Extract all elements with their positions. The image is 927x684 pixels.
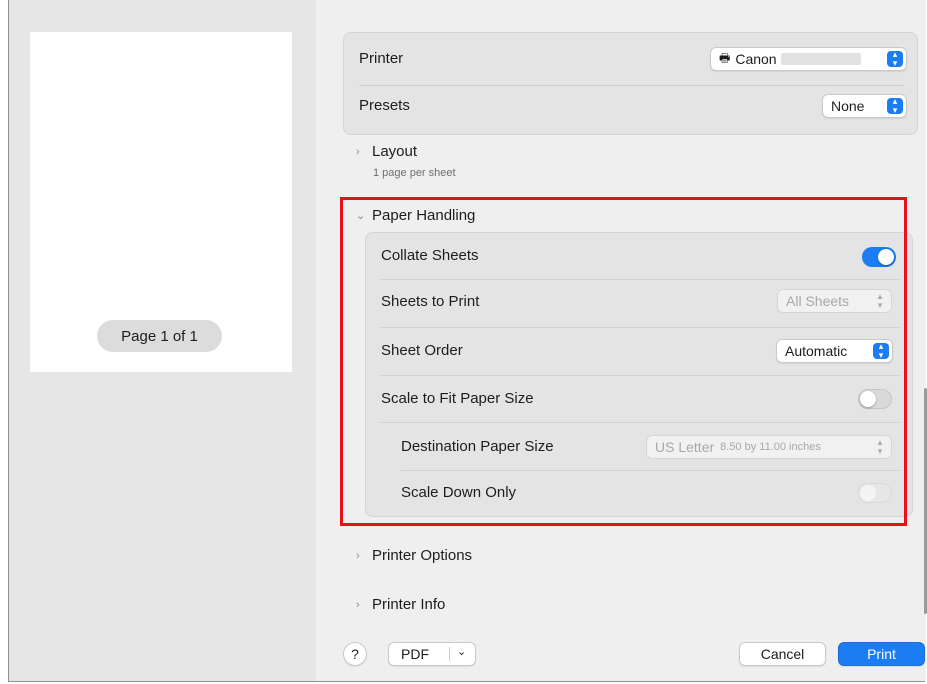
print-button[interactable]: Print xyxy=(838,642,925,666)
help-icon: ? xyxy=(351,646,359,662)
chevron-updown-icon: ▴ ▾ xyxy=(887,97,903,115)
page-indicator[interactable]: Page 1 of 1 xyxy=(97,320,222,352)
menu-divider xyxy=(449,647,450,661)
chevron-updown-icon: ▴ ▾ xyxy=(873,342,889,360)
printer-label: Printer xyxy=(359,50,404,67)
sheet-order-label: Sheet Order xyxy=(381,342,463,359)
cancel-label: Cancel xyxy=(760,646,805,662)
divider xyxy=(381,375,899,376)
printer-options-section-header[interactable]: › Printer Options xyxy=(356,547,472,564)
chevron-updown-icon: ▴ ▾ xyxy=(877,437,883,456)
chevron-right-icon: › xyxy=(356,145,360,158)
pdf-menu-button[interactable]: PDF ⌄ xyxy=(388,642,476,666)
toggle-knob xyxy=(878,249,894,265)
destination-value: US Letter xyxy=(655,439,715,455)
layout-summary: 1 page per sheet xyxy=(373,167,456,179)
divider xyxy=(381,327,899,328)
sheet-order-select[interactable]: Automatic ▴ ▾ xyxy=(776,339,893,363)
scale-down-only-toggle[interactable] xyxy=(858,483,892,503)
printer-info-title: Printer Info xyxy=(372,596,446,613)
print-label: Print xyxy=(867,646,896,662)
scale-down-only-label: Scale Down Only xyxy=(401,484,517,501)
divider xyxy=(381,279,899,280)
divider xyxy=(359,85,904,86)
layout-title: Layout xyxy=(372,143,418,160)
sheets-to-print-value: All Sheets xyxy=(786,293,850,309)
collate-label: Collate Sheets xyxy=(381,247,479,264)
toggle-knob xyxy=(860,391,876,407)
chevron-down-icon: ⌄ xyxy=(356,210,366,222)
chevron-updown-icon: ▴ ▾ xyxy=(887,50,903,68)
printer-info-section-header[interactable]: › Printer Info xyxy=(356,596,445,613)
pdf-label: PDF xyxy=(401,646,429,662)
paper-handling-title: Paper Handling xyxy=(372,207,476,224)
cancel-button[interactable]: Cancel xyxy=(739,642,826,666)
scale-to-fit-toggle[interactable] xyxy=(858,389,892,409)
settings-pane: Printer 🖶 Canon ▴ ▾ Presets None ▴ ▾ › Lay… xyxy=(316,0,926,681)
printer-name-redacted xyxy=(780,53,861,65)
sheets-to-print-select[interactable]: All Sheets ▴ ▾ xyxy=(777,289,892,313)
presets-select[interactable]: None ▴ ▾ xyxy=(822,94,907,118)
print-dialog: Page 1 of 1 Printer 🖶 Canon ▴ ▾ Presets N… xyxy=(8,0,926,682)
destination-paper-size-select[interactable]: US Letter 8.50 by 11.00 inches ▴ ▾ xyxy=(646,435,892,459)
chevron-right-icon: › xyxy=(356,598,360,611)
presets-value: None xyxy=(831,98,865,114)
divider xyxy=(401,470,899,471)
divider xyxy=(381,422,899,423)
printer-name: Canon xyxy=(735,51,777,67)
preview-pane: Page 1 of 1 xyxy=(9,0,316,681)
help-button[interactable]: ? xyxy=(343,642,367,666)
chevron-right-icon: › xyxy=(356,549,360,562)
printer-select[interactable]: 🖶 Canon ▴ ▾ xyxy=(710,47,907,71)
collate-toggle[interactable] xyxy=(862,247,896,267)
toggle-knob xyxy=(860,485,876,501)
printer-card: Printer 🖶 Canon ▴ ▾ Presets None ▴ ▾ xyxy=(343,32,918,135)
chevron-down-icon: ⌄ xyxy=(457,646,467,658)
presets-label: Presets xyxy=(359,97,410,114)
paper-handling-section-header[interactable]: ⌄ Paper Handling xyxy=(356,207,475,224)
layout-section-header[interactable]: › Layout xyxy=(356,143,417,160)
printer-options-title: Printer Options xyxy=(372,547,473,564)
sheet-order-value: Automatic xyxy=(785,343,848,359)
paper-handling-card: Collate Sheets Sheets to Print All Sheet… xyxy=(365,232,913,517)
printer-icon: 🖶 xyxy=(719,50,731,65)
destination-detail: 8.50 by 11.00 inches xyxy=(720,441,821,453)
scale-to-fit-label: Scale to Fit Paper Size xyxy=(381,390,534,407)
sheets-to-print-label: Sheets to Print xyxy=(381,293,480,310)
destination-paper-size-label: Destination Paper Size xyxy=(401,438,554,455)
chevron-updown-icon: ▴ ▾ xyxy=(877,291,883,310)
